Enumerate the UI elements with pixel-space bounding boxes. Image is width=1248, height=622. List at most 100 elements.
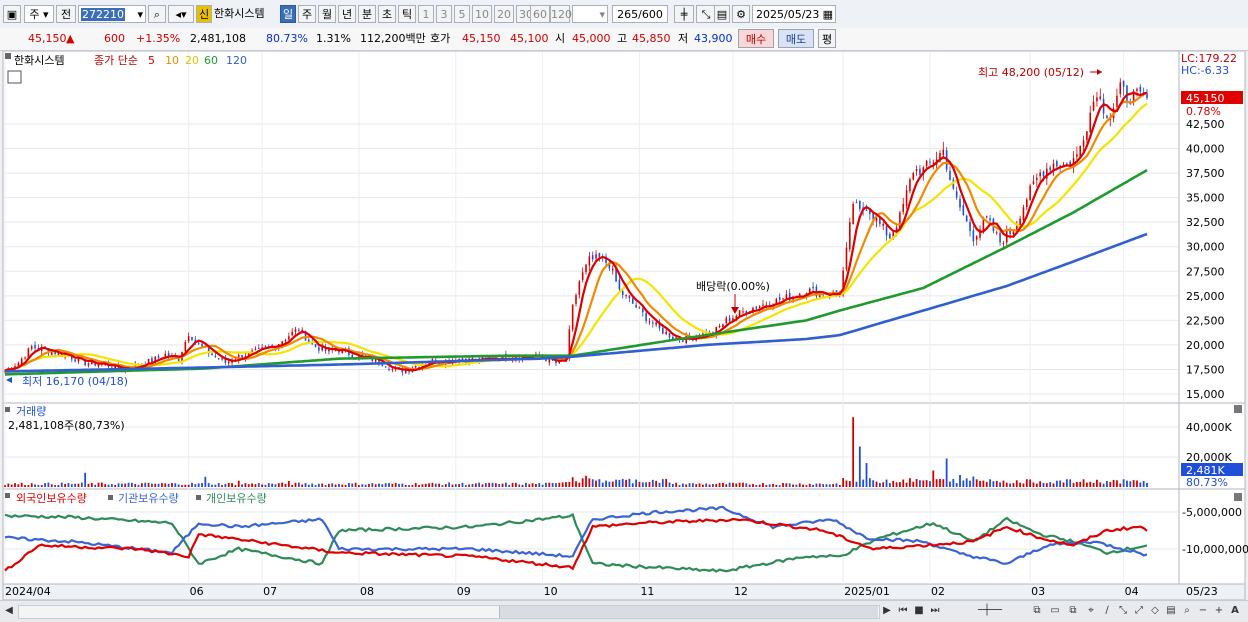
market-select[interactable]: 주 ▾ <box>24 5 54 23</box>
period-year[interactable]: 년 <box>338 5 356 23</box>
gear-icon[interactable]: ⚙ <box>732 5 750 23</box>
volume-bar <box>892 480 895 487</box>
window-icon[interactable]: ▭ <box>1048 604 1062 618</box>
volume-bar <box>999 482 1001 487</box>
volume-bar <box>722 482 724 487</box>
period-minute[interactable]: 분 <box>358 5 376 23</box>
count-input[interactable]: 265/600 <box>612 5 668 23</box>
volume-close-icon[interactable] <box>1234 405 1242 413</box>
volume-bar <box>191 482 193 487</box>
volume-bar <box>762 482 764 487</box>
copy-icon[interactable]: ⧉ <box>1066 604 1080 618</box>
volume-bar <box>7 483 10 487</box>
volume-bar <box>504 482 507 487</box>
candle-body <box>1126 85 1128 101</box>
volume-tick-label: 20,000K <box>1186 451 1232 464</box>
volume-tick-label: 40,000K <box>1186 421 1232 434</box>
volume-bar <box>274 484 277 487</box>
layout-icon[interactable]: ▣ <box>3 5 21 23</box>
trade-amount: 112,200백만 <box>360 32 426 45</box>
ownership-close-icon[interactable] <box>1234 493 1242 501</box>
volume-bar <box>585 475 587 487</box>
volume-bar <box>735 483 738 487</box>
candle-type-icon[interactable]: ╪ <box>674 5 694 23</box>
text-tool-icon[interactable]: ▤ <box>1164 604 1178 618</box>
shape-icon[interactable]: ◇ <box>1148 604 1162 618</box>
interval-60[interactable]: 60 <box>530 5 550 23</box>
fibo-icon[interactable]: ⤢ <box>1132 604 1146 618</box>
volume-bar <box>852 417 855 487</box>
prev-button[interactable]: 전 <box>56 5 76 23</box>
interval-120[interactable]: 120 <box>550 5 572 23</box>
price-change-pct: +1.35% <box>136 32 181 45</box>
hc-value: HC:-6.33 <box>1181 64 1229 77</box>
volume-bar <box>57 485 60 487</box>
eval-button[interactable]: 평 <box>818 29 836 48</box>
sell-button[interactable]: 매도 <box>778 29 814 48</box>
trend-icon[interactable]: ⤡ <box>1116 604 1130 618</box>
candle-body <box>959 198 961 208</box>
volume-bar <box>151 483 153 487</box>
calendar-icon[interactable]: ▦ <box>823 6 833 24</box>
candle-body <box>187 336 190 342</box>
volume-bar <box>227 482 230 487</box>
interval-5[interactable]: 5 <box>454 5 470 23</box>
layout-icon-2[interactable]: ⧉ <box>1030 604 1044 618</box>
volume-bar <box>1116 480 1118 487</box>
candle-body <box>388 368 390 371</box>
period-day[interactable]: 일 <box>280 5 296 23</box>
zoom-search-icon[interactable]: ⌕ <box>1180 604 1194 618</box>
zoom-in-icon[interactable]: + <box>1212 604 1226 618</box>
scroll-thumb[interactable] <box>499 606 878 618</box>
volume-bar <box>127 482 130 487</box>
scroll-track[interactable] <box>18 605 880 619</box>
indicator-icon[interactable]: ⤡ <box>696 5 716 23</box>
zoom-out-icon[interactable]: − <box>1196 604 1210 618</box>
volume-bar <box>962 480 965 487</box>
font-size-icon[interactable]: A <box>1228 604 1242 618</box>
scroll-left-icon[interactable]: ◀ <box>2 604 16 618</box>
interval-20[interactable]: 20 <box>494 5 514 23</box>
candle-body <box>391 369 394 371</box>
save-icon[interactable]: ▤ <box>714 5 730 23</box>
period-second[interactable]: 초 <box>378 5 396 23</box>
price-tick-label: 32,500 <box>1186 216 1225 229</box>
period-tick[interactable]: 틱 <box>398 5 416 23</box>
scroll-right-icon[interactable]: ▶ <box>880 604 894 618</box>
volume-bar <box>835 483 838 487</box>
stop-icon[interactable]: ■ <box>912 604 926 618</box>
volume-bar <box>818 483 821 487</box>
candle-body <box>852 203 854 224</box>
volume-bar <box>70 484 73 487</box>
interval-1[interactable]: 1 <box>418 5 434 23</box>
chart-scrollbar[interactable]: ◀ ▶ ⏮ ■ ⏭ ─┼── ⧉ ▭ ⧉ ⌖ ∕ ⤡ ⤢ ◇ ▤ ⌕ − + A <box>0 600 1248 622</box>
volume-bar <box>899 482 901 487</box>
cursor-icon[interactable]: ⌖ <box>1084 604 1098 618</box>
buy-button[interactable]: 매수 <box>738 29 774 48</box>
volume-bar <box>474 483 477 487</box>
candle-body <box>932 162 935 164</box>
volume-bar <box>234 485 237 487</box>
interval-3[interactable]: 3 <box>436 5 452 23</box>
first-icon[interactable]: ⏮ <box>896 604 910 618</box>
volume-bar <box>187 484 190 487</box>
custom-interval-select[interactable]: ▾ <box>572 5 608 23</box>
stock-code-input[interactable]: 272210 ▾ <box>78 5 146 23</box>
data-table-icon[interactable] <box>7 70 22 84</box>
last-icon[interactable]: ⏭ <box>928 604 942 618</box>
period-week[interactable]: 주 <box>298 5 316 23</box>
search-icon[interactable]: ⌕ <box>148 5 166 23</box>
draw-line-icon[interactable]: ∕ <box>1100 604 1114 618</box>
zoom-slider[interactable]: ─┼── <box>960 604 1020 618</box>
interval-10[interactable]: 10 <box>472 5 492 23</box>
period-month[interactable]: 월 <box>318 5 336 23</box>
legend-ma5: 5 <box>148 54 155 67</box>
price-legend-label: 종가 단순 <box>94 54 138 67</box>
volume-bar <box>1069 479 1072 487</box>
volume-bar <box>444 484 447 487</box>
stock-chart[interactable]: 42,500 40,000 37,500 35,000 32,500 30,000 27,5… <box>0 51 1248 600</box>
speaker-icon[interactable]: ◂▾ <box>168 5 194 23</box>
volume-bar <box>211 484 213 487</box>
volume-bar <box>297 482 300 487</box>
date-input[interactable]: 2025/05/23 ▦ <box>752 5 836 23</box>
